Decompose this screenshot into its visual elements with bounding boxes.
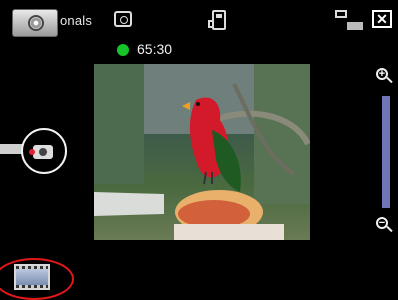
close-icon[interactable]: ✕: [372, 10, 392, 28]
recording-indicator-icon: [117, 44, 129, 56]
viewfinder-scene: [94, 64, 310, 240]
mode-switch-tab[interactable]: [0, 144, 22, 154]
memory-card-icon[interactable]: [208, 10, 226, 30]
gallery-highlight-ring: [0, 258, 74, 300]
mode-label: onals: [60, 13, 93, 28]
zoom-slider[interactable]: [382, 96, 390, 208]
viewfinder[interactable]: [94, 64, 310, 240]
camera-tile-icon[interactable]: [12, 9, 58, 37]
zoom-out-button[interactable]: −: [376, 217, 394, 235]
white-balance-icon[interactable]: [335, 10, 363, 32]
zoom-in-button[interactable]: +: [376, 68, 394, 86]
lens-icon: [28, 15, 44, 31]
scene-mode-icon[interactable]: [114, 11, 132, 27]
recording-time: 65:30: [137, 41, 173, 57]
video-camera-icon[interactable]: [29, 141, 57, 161]
